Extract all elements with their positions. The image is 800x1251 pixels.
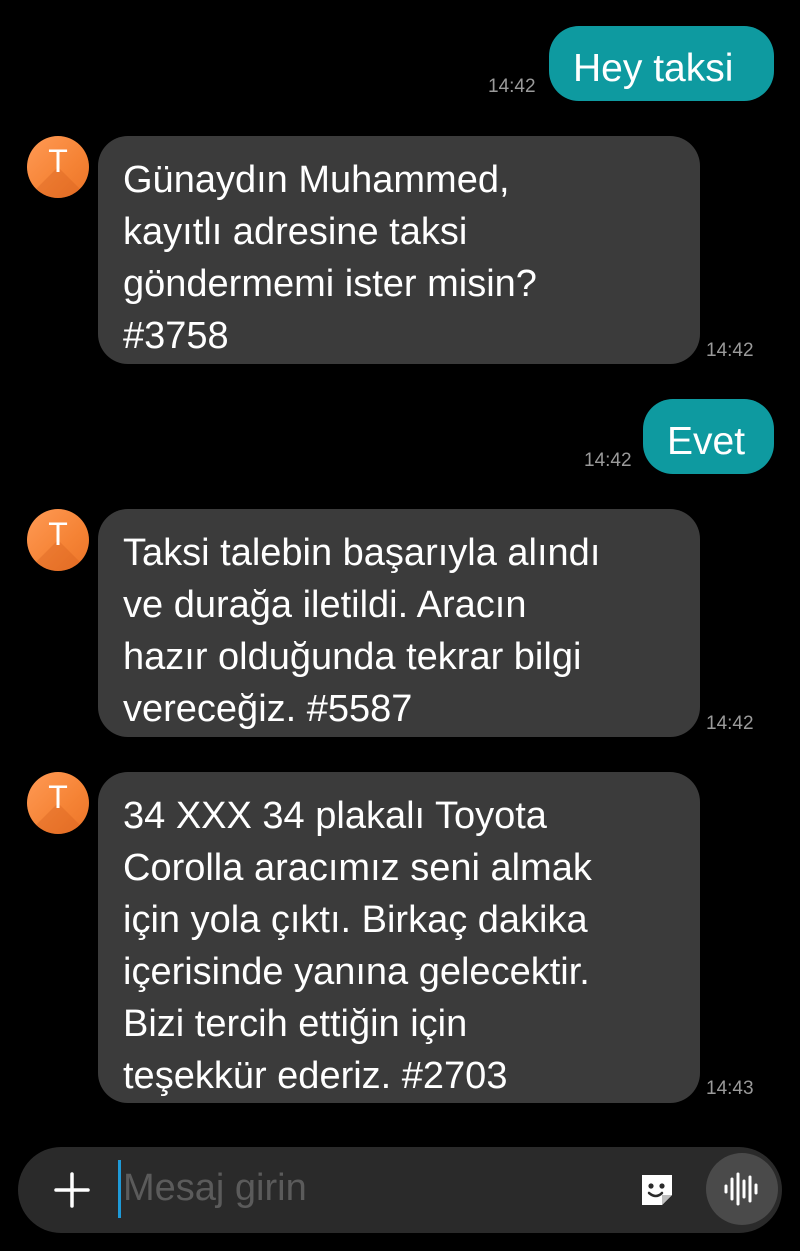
message-time: 14:42 [488,76,536,97]
message-line: hazır olduğunda tekrar bilgi [123,636,582,678]
message-composer: Mesaj girin [18,1147,782,1233]
message-line: 34 XXX 34 plakalı Toyota [123,795,547,837]
avatar-letter: T [48,516,68,552]
outgoing-message[interactable]: Hey taksi [549,26,774,101]
message-line: #3758 [123,315,229,357]
message-line: içerisinde yanına gelecektir. [123,951,590,993]
sticker-icon[interactable] [638,1171,676,1209]
voice-waveform-icon[interactable] [706,1153,778,1225]
message-line: kayıtlı adresine taksi [123,211,468,253]
message-input[interactable]: Mesaj girin [123,1167,307,1210]
message-text: Hey taksi [573,47,734,90]
message-text: Evet [667,420,746,463]
message-line: Corolla aracımız seni almak [123,847,592,889]
sender-avatar[interactable]: T [27,772,89,834]
message-line: ve durağa iletildi. Aracın [123,584,527,626]
message-line: vereceğiz. #5587 [123,688,413,730]
incoming-message[interactable]: 34 XXX 34 plakalı Toyota Corolla aracımı… [98,772,700,1103]
avatar-letter: T [48,779,68,815]
message-line: teşekkür ederiz. #2703 [123,1055,508,1097]
message-time: 14:42 [706,713,754,734]
outgoing-message[interactable]: Evet [643,399,774,474]
message-time: 14:43 [706,1078,754,1099]
avatar-letter: T [48,143,68,179]
message-time: 14:42 [706,340,754,361]
sender-avatar[interactable]: T [27,136,89,198]
message-line: Taksi talebin başarıyla alındı [123,532,601,574]
sender-avatar[interactable]: T [27,509,89,571]
message-line: için yola çıktı. Birkaç dakika [123,899,588,941]
text-cursor [118,1160,121,1218]
message-line: göndermemi ister misin? [123,263,537,305]
message-line: Bizi tercih ettiğin için [123,1003,468,1045]
message-time: 14:42 [584,450,632,471]
incoming-message[interactable]: Taksi talebin başarıyla alındı ve durağa… [98,509,700,737]
chat-thread: 14:42 Hey taksi T Günaydın Muhammed, kay… [0,0,800,1251]
incoming-message[interactable]: Günaydın Muhammed, kayıtlı adresine taks… [98,136,700,364]
plus-icon[interactable] [52,1170,92,1210]
message-line: Günaydın Muhammed, [123,159,510,201]
